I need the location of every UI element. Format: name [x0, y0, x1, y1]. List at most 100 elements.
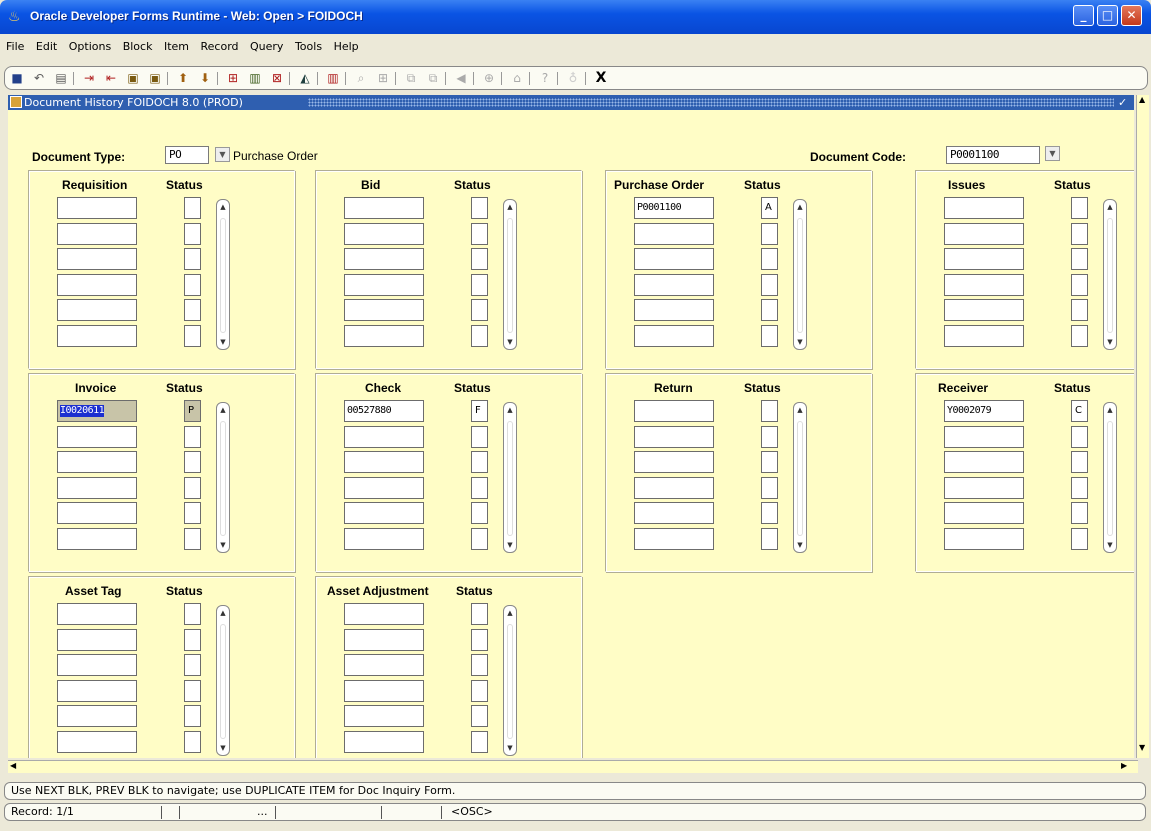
requisition-status-field[interactable] — [184, 273, 201, 296]
receiver-doc-field[interactable] — [944, 425, 1024, 448]
asset-adjustment-doc-field[interactable] — [344, 705, 424, 727]
scroll-thumb[interactable] — [797, 218, 803, 333]
menu-item[interactable]: Item — [164, 40, 189, 53]
requisition-status-field[interactable] — [184, 248, 201, 270]
issues-status-field[interactable] — [1071, 273, 1088, 296]
bid-scrollbar[interactable]: ▲ ▼ — [503, 199, 517, 350]
return-doc-field[interactable] — [634, 476, 714, 499]
asset-tag-doc-field[interactable] — [57, 730, 137, 753]
document-type-field[interactable]: PO — [165, 146, 209, 164]
print-icon[interactable]: ▤ — [53, 70, 69, 86]
purchase-order-doc-field[interactable]: P0001100 — [634, 197, 714, 219]
globe-icon[interactable]: ⊕ — [481, 70, 497, 86]
asset-tag-doc-field[interactable] — [57, 679, 137, 702]
issues-doc-field[interactable] — [944, 248, 1024, 270]
asset-tag-doc-field[interactable] — [57, 603, 137, 625]
requisition-doc-field[interactable] — [57, 248, 137, 270]
invoice-doc-field[interactable] — [57, 451, 137, 473]
scroll-up-icon[interactable]: ▲ — [219, 609, 227, 617]
document-type-dropdown-icon[interactable]: ▼ — [215, 147, 230, 162]
asset-adjustment-doc-field[interactable] — [344, 730, 424, 753]
requisition-doc-field[interactable] — [57, 222, 137, 245]
receiver-status-field[interactable] — [1071, 476, 1088, 499]
return-status-field[interactable] — [761, 400, 778, 422]
asset-tag-doc-field[interactable] — [57, 705, 137, 727]
asset-tag-status-field[interactable] — [184, 603, 201, 625]
issues-status-field[interactable] — [1071, 222, 1088, 245]
rollback-icon[interactable]: ↶ — [31, 70, 47, 86]
return-status-field[interactable] — [761, 502, 778, 524]
requisition-doc-field[interactable] — [57, 299, 137, 321]
invoice-status-field[interactable] — [184, 476, 201, 499]
horizontal-scrollbar[interactable]: ◀ ▶ — [8, 760, 1138, 773]
receiver-doc-field[interactable]: Y0002079 — [944, 400, 1024, 422]
purchase-order-status-field[interactable]: A — [761, 197, 778, 219]
return-doc-field[interactable] — [634, 451, 714, 473]
issues-doc-field[interactable] — [944, 273, 1024, 296]
return-status-field[interactable] — [761, 451, 778, 473]
requisition-status-field[interactable] — [184, 197, 201, 219]
audio-icon[interactable]: ◀ — [453, 70, 469, 86]
scroll-thumb[interactable] — [220, 218, 226, 333]
receiver-doc-field[interactable] — [944, 502, 1024, 524]
purchase-order-doc-field[interactable] — [634, 248, 714, 270]
bid-status-field[interactable] — [471, 273, 488, 296]
invoice-status-field[interactable] — [184, 527, 201, 550]
bid-doc-field[interactable] — [344, 248, 424, 270]
menu-tools[interactable]: Tools — [295, 40, 322, 53]
scroll-right-icon[interactable]: ▶ — [1121, 761, 1127, 770]
return-doc-field[interactable] — [634, 425, 714, 448]
check-status-field[interactable]: F — [471, 400, 488, 422]
scroll-thumb[interactable] — [507, 218, 513, 333]
check-status-field[interactable] — [471, 451, 488, 473]
asset-tag-doc-field[interactable] — [57, 654, 137, 676]
asset-adjustment-status-field[interactable] — [471, 603, 488, 625]
menu-help[interactable]: Help — [334, 40, 359, 53]
duplicate-item-icon[interactable]: ⧉ — [403, 70, 419, 86]
asset-tag-status-field[interactable] — [184, 654, 201, 676]
menu-query[interactable]: Query — [250, 40, 283, 53]
invoice-doc-field[interactable] — [57, 476, 137, 499]
scroll-thumb[interactable] — [1107, 421, 1113, 536]
asset-tag-status-field[interactable] — [184, 730, 201, 753]
check-doc-field[interactable] — [344, 527, 424, 550]
issues-scrollbar[interactable]: ▲ ▼ — [1103, 199, 1117, 350]
check-doc-field[interactable] — [344, 476, 424, 499]
purchase-order-doc-field[interactable] — [634, 299, 714, 321]
asset-tag-status-field[interactable] — [184, 628, 201, 651]
scroll-down-icon[interactable]: ▼ — [1106, 338, 1114, 346]
return-status-field[interactable] — [761, 527, 778, 550]
exit-icon[interactable]: X — [593, 70, 609, 86]
purchase-order-status-field[interactable] — [761, 324, 778, 347]
receiver-doc-field[interactable] — [944, 476, 1024, 499]
bid-doc-field[interactable] — [344, 299, 424, 321]
requisition-doc-field[interactable] — [57, 324, 137, 347]
asset-adjustment-doc-field[interactable] — [344, 679, 424, 702]
first-record-icon[interactable]: ▣ — [125, 70, 141, 86]
asset-adjustment-status-field[interactable] — [471, 654, 488, 676]
lightbulb-icon[interactable]: ♁ — [565, 70, 581, 86]
bid-status-field[interactable] — [471, 299, 488, 321]
menu-block[interactable]: Block — [123, 40, 153, 53]
scroll-down-icon[interactable]: ▼ — [796, 541, 804, 549]
receiver-status-field[interactable] — [1071, 451, 1088, 473]
duplicate-record-icon[interactable]: ⧉ — [425, 70, 441, 86]
check-doc-field[interactable] — [344, 451, 424, 473]
scroll-down-icon[interactable]: ▼ — [506, 338, 514, 346]
return-status-field[interactable] — [761, 476, 778, 499]
scroll-up-icon[interactable]: ▲ — [506, 203, 514, 211]
asset-adjustment-status-field[interactable] — [471, 705, 488, 727]
check-status-field[interactable] — [471, 425, 488, 448]
invoice-status-field[interactable] — [184, 425, 201, 448]
issues-doc-field[interactable] — [944, 299, 1024, 321]
requisition-scrollbar[interactable]: ▲ ▼ — [216, 199, 230, 350]
maximize-button[interactable]: □ — [1097, 5, 1118, 26]
scroll-thumb[interactable] — [220, 421, 226, 536]
check-doc-field[interactable]: 00527880 — [344, 400, 424, 422]
check-doc-field[interactable] — [344, 502, 424, 524]
requisition-status-field[interactable] — [184, 299, 201, 321]
bid-doc-field[interactable] — [344, 197, 424, 219]
purchase-order-status-field[interactable] — [761, 222, 778, 245]
print-block-icon[interactable]: ▥ — [325, 70, 341, 86]
bid-doc-field[interactable] — [344, 222, 424, 245]
